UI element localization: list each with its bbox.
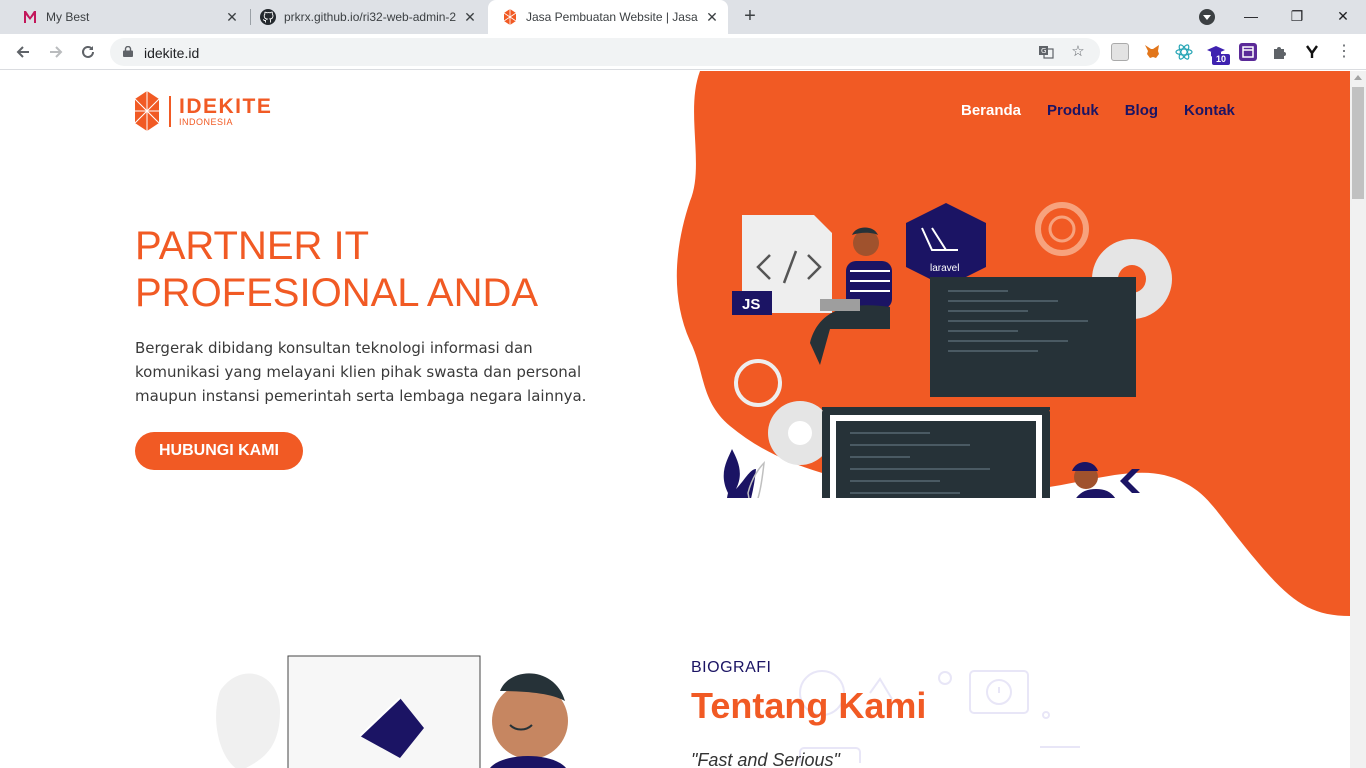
about-quote: "Fast and Serious" bbox=[691, 750, 840, 768]
developer-illustration: JS laravel Flutter bbox=[723, 202, 1193, 498]
about-title: Tentang Kami bbox=[691, 685, 927, 726]
github-icon bbox=[260, 9, 276, 25]
metamask-fox-icon[interactable] bbox=[1143, 43, 1161, 61]
tab-strip: My Best ✕ prkrx.github.io/ri32-web-admin… bbox=[0, 0, 1366, 34]
back-arrow-icon[interactable] bbox=[11, 40, 35, 64]
idekite-logo[interactable]: IDEKITE INDONESIA bbox=[135, 91, 272, 131]
nav-link-blog[interactable]: Blog bbox=[1125, 102, 1158, 119]
profile-extension-icon[interactable] bbox=[1111, 43, 1129, 61]
url-text: idekite.id bbox=[144, 45, 200, 61]
web-page: IDEKITE INDONESIA Beranda Produk Blog Ko… bbox=[0, 71, 1350, 768]
reload-icon[interactable] bbox=[76, 40, 100, 64]
tab-title: prkrx.github.io/ri32-web-admin-2 bbox=[284, 10, 457, 24]
nav-link-kontak[interactable]: Kontak bbox=[1184, 102, 1235, 119]
nav-link-produk[interactable]: Produk bbox=[1047, 102, 1099, 119]
flutter-label: Flutter bbox=[1142, 485, 1193, 498]
contact-us-button[interactable]: HUBUNGI KAMI bbox=[135, 432, 303, 470]
bookmark-star-icon[interactable]: ☆ bbox=[1070, 44, 1086, 60]
svg-text:G: G bbox=[1041, 47, 1046, 55]
js-label: JS bbox=[742, 296, 760, 313]
about-illustration bbox=[216, 655, 568, 768]
main-nav: Beranda Produk Blog Kontak bbox=[961, 102, 1235, 119]
y-extension-icon[interactable] bbox=[1303, 43, 1321, 61]
chrome-menu-icon[interactable]: ⋮ bbox=[1335, 43, 1353, 61]
close-tab-icon[interactable]: ✕ bbox=[224, 9, 240, 25]
maximize-button[interactable]: ❐ bbox=[1274, 0, 1320, 32]
brand-sub: INDONESIA bbox=[179, 116, 234, 127]
react-devtools-icon[interactable] bbox=[1175, 43, 1193, 61]
lock-icon bbox=[123, 46, 133, 57]
tab-my-best[interactable]: My Best ✕ bbox=[8, 0, 248, 34]
address-bar[interactable]: idekite.id G ☆ bbox=[110, 38, 1100, 66]
close-window-button[interactable]: ✕ bbox=[1320, 0, 1366, 32]
laravel-label: laravel bbox=[930, 263, 959, 274]
scroll-up-arrow-icon[interactable] bbox=[1354, 75, 1362, 80]
section-label: BIOGRAFI bbox=[691, 659, 772, 676]
close-tab-icon[interactable]: ✕ bbox=[704, 9, 720, 25]
hero-title: PARTNER IT PROFESIONAL ANDA bbox=[135, 224, 539, 315]
idekite-logo-icon bbox=[135, 91, 159, 131]
gear-icon bbox=[1035, 202, 1089, 256]
puzzle-extensions-icon[interactable] bbox=[1271, 43, 1289, 61]
nav-link-beranda[interactable]: Beranda bbox=[961, 102, 1021, 119]
tab-github[interactable]: prkrx.github.io/ri32-web-admin-2 ✕ bbox=[252, 0, 486, 34]
translate-icon[interactable]: G bbox=[1038, 44, 1054, 60]
tab-idekite[interactable]: Jasa Pembuatan Website | Jasa Pe ✕ bbox=[488, 0, 728, 34]
extension-badge: 10 bbox=[1212, 54, 1230, 65]
forward-arrow-icon[interactable] bbox=[44, 40, 68, 64]
hero-description: Bergerak dibidang konsultan teknologi in… bbox=[135, 339, 587, 405]
minimize-button[interactable]: — bbox=[1228, 0, 1274, 32]
close-tab-icon[interactable]: ✕ bbox=[462, 9, 478, 25]
tab-search-icon[interactable] bbox=[1199, 9, 1215, 25]
browser-toolbar: idekite.id G ☆ 10 ⋮ bbox=[0, 34, 1366, 70]
page-scrollbar[interactable] bbox=[1350, 71, 1366, 768]
purple-extension-icon[interactable] bbox=[1239, 43, 1257, 61]
new-tab-button[interactable]: + bbox=[738, 5, 762, 29]
tab-divider bbox=[250, 9, 251, 25]
m-logo-icon bbox=[22, 9, 38, 25]
scroll-thumb[interactable] bbox=[1352, 87, 1364, 199]
idekite-favicon-icon bbox=[502, 9, 518, 25]
brand-name: IDEKITE bbox=[179, 94, 273, 118]
tab-title: My Best bbox=[46, 10, 90, 24]
gear-icon bbox=[734, 359, 782, 407]
tab-title: Jasa Pembuatan Website | Jasa Pe bbox=[526, 10, 698, 24]
